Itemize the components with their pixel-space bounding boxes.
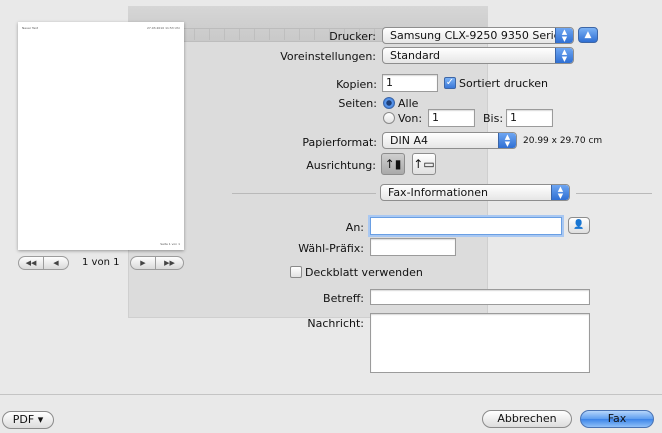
preview-header-left: Neuer Text [22,26,39,30]
pages-to-label: Bis: [483,112,504,125]
section-value: Fax-Informationen [388,186,488,199]
pages-from-label: Von: [398,112,423,125]
presets-label: Voreinstellungen: [280,50,376,63]
cover-page-label: Deckblatt verwenden [305,266,423,279]
fax-button[interactable]: Fax [580,410,654,428]
landscape-icon: ↑▭ [413,157,435,171]
paper-size-label: Papierformat: [302,136,377,149]
footer-divider [0,394,662,395]
pages-from-radio[interactable] [383,112,395,124]
copies-field[interactable]: 1 [382,74,438,92]
pages-from-field[interactable]: 1 [428,109,475,127]
fax-to-label: An: [345,221,364,234]
landscape-button[interactable]: ↑▭ [412,153,436,175]
section-popup[interactable]: Fax-Informationen ▲ ▼ [380,184,570,201]
message-label: Nachricht: [307,317,364,330]
person-icon: 👤 [573,220,585,230]
printer-label: Drucker: [329,30,376,43]
next-page-button[interactable]: ▶ [130,256,156,270]
pages-label: Seiten: [338,97,377,110]
fax-to-field[interactable] [370,217,562,235]
pages-all-radio[interactable] [383,97,395,109]
collate-label: Sortiert drucken [459,77,548,90]
popup-arrows-icon: ▲ ▼ [498,133,516,148]
section-separator-left [232,193,376,194]
cancel-button[interactable]: Abbrechen [482,410,572,428]
first-page-button[interactable]: ◀◀ [18,256,44,270]
preview-header-right: 27.03.2010 11:53 Uhr [146,26,180,30]
popup-arrows-icon: ▲ ▼ [555,48,573,63]
presets-popup[interactable]: Standard ▲ ▼ [382,47,574,64]
next-page-icon: ▶ [140,259,146,267]
section-separator-right [576,193,652,194]
portrait-icon: ↑▮ [384,157,402,171]
collate-checkbox[interactable]: ✓ [444,77,456,89]
print-preview-page: Neuer Text 27.03.2010 11:53 Uhr Seite 1 … [18,22,184,250]
paper-size-popup[interactable]: DIN A4 ▲ ▼ [382,132,517,149]
copies-label: Kopien: [336,78,377,91]
pages-all-label: Alle [398,97,419,110]
disclosure-button[interactable]: ▲ [578,27,598,43]
page-count: 1 von 1 [82,257,120,268]
printer-value: Samsung CLX-9250 9350 Serie… [390,29,572,42]
preview-footer: Seite 1 von 1 [160,242,180,246]
previous-page-icon: ◀ [53,259,59,267]
cover-page-checkbox[interactable] [290,266,302,278]
subject-label: Betreff: [323,292,364,305]
last-page-button[interactable]: ▶▶ [155,256,184,270]
previous-page-button[interactable]: ◀ [43,256,69,270]
pdf-menu-button[interactable]: PDF ▾ [2,411,54,429]
orientation-label: Ausrichtung: [306,159,376,172]
disclosure-triangle-icon: ▲ [584,30,592,40]
fax-prefix-field[interactable] [370,238,456,256]
popup-arrows-icon: ▲ ▼ [551,185,569,200]
subject-field[interactable] [370,289,590,305]
popup-arrows-icon: ▲ ▼ [555,28,573,43]
address-book-button[interactable]: 👤 [568,217,590,234]
presets-value: Standard [390,49,441,62]
printer-popup[interactable]: Samsung CLX-9250 9350 Serie… ▲ ▼ [382,27,574,44]
paper-dimensions: 20.99 x 29.70 cm [523,136,603,146]
fax-prefix-label: Wähl-Präfix: [298,242,364,255]
message-field[interactable] [370,313,590,373]
last-page-icon: ▶▶ [164,259,175,267]
pages-to-field[interactable]: 1 [506,109,553,127]
portrait-button[interactable]: ↑▮ [381,153,405,175]
first-page-icon: ◀◀ [25,259,37,267]
paper-size-value: DIN A4 [390,134,428,147]
